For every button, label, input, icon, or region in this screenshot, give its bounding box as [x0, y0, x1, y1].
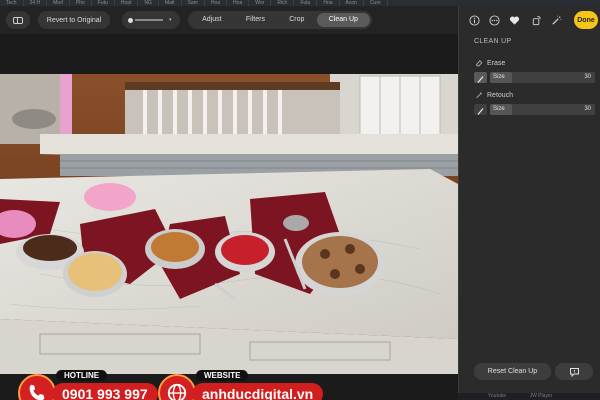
- phone-badge: [18, 374, 56, 400]
- sidebar-toggle-button[interactable]: [6, 11, 30, 29]
- globe-icon: [167, 383, 187, 400]
- eraser-icon: [476, 60, 483, 67]
- magic-wand-icon[interactable]: [551, 15, 562, 26]
- erase-brush-button[interactable]: [474, 72, 487, 83]
- phone-icon: [29, 384, 45, 400]
- retouch-size-value: 30: [584, 106, 591, 112]
- web-badge: [158, 374, 196, 400]
- feedback-button[interactable]: [555, 363, 593, 380]
- tab-filters[interactable]: Filters: [234, 13, 277, 27]
- clean-up-panel: Done CLEAN UP Erase Size 30 Retouch Size…: [458, 6, 600, 400]
- erase-label: Erase: [487, 60, 506, 67]
- hotline-number: 0901 993 997: [52, 383, 158, 400]
- erase-size-value: 30: [584, 74, 591, 80]
- edit-mode-tabs: Adjust Filters Crop Clean Up: [188, 11, 372, 29]
- done-button[interactable]: Done: [574, 11, 598, 29]
- chevron-down-icon[interactable]: ▾: [169, 17, 172, 23]
- hotline-label: HOTLINE: [56, 370, 108, 381]
- more-options-icon[interactable]: [489, 15, 500, 26]
- reset-clean-up-button[interactable]: Reset Clean Up: [474, 363, 551, 380]
- heart-icon[interactable]: [509, 15, 520, 26]
- erase-size-label: Size: [493, 74, 505, 80]
- brush-icon: [477, 108, 484, 115]
- retouch-size-label: Size: [493, 106, 505, 112]
- website-label: WEBSITE: [196, 370, 249, 381]
- photo-canvas[interactable]: HOTLINE 0901 993 997 WEBSITE anhducdigit…: [0, 34, 458, 400]
- kitchen-photo[interactable]: [0, 74, 458, 374]
- tab-adjust[interactable]: Adjust: [190, 13, 234, 27]
- retouch-icon: [476, 92, 483, 99]
- slider-track[interactable]: [135, 19, 163, 21]
- editor-toolbar: Revert to Original ▾ Adjust Filters Crop…: [0, 6, 458, 34]
- retouch-brush-button[interactable]: [474, 104, 487, 115]
- panel-toolbar: Done: [459, 6, 600, 34]
- retouch-label: Retouch: [487, 92, 514, 99]
- slider-knob[interactable]: [128, 17, 133, 23]
- sidebar-icon: [13, 16, 23, 24]
- erase-size-slider[interactable]: Size 30: [490, 72, 595, 83]
- revert-to-original-button[interactable]: Revert to Original: [38, 11, 110, 29]
- tab-crop[interactable]: Crop: [277, 13, 316, 27]
- brand-watermark: HOTLINE 0901 993 997 WEBSITE anhducdigit…: [8, 366, 324, 400]
- brush-icon: [477, 76, 484, 83]
- taskbar-item[interactable]: JW Player: [530, 393, 553, 399]
- taskbar-item[interactable]: Youtube: [488, 393, 506, 399]
- zoom-slider[interactable]: ▾: [122, 11, 180, 29]
- tab-clean-up[interactable]: Clean Up: [316, 13, 371, 27]
- website-url: anhducdigital.vn: [192, 383, 324, 400]
- feedback-icon: [569, 367, 579, 377]
- taskbar-strip: Youtube JW Player: [458, 393, 600, 400]
- info-icon[interactable]: [469, 15, 480, 26]
- retouch-size-slider[interactable]: Size 30: [490, 104, 595, 115]
- panel-title: CLEAN UP: [474, 38, 512, 45]
- rotate-icon[interactable]: [531, 15, 542, 26]
